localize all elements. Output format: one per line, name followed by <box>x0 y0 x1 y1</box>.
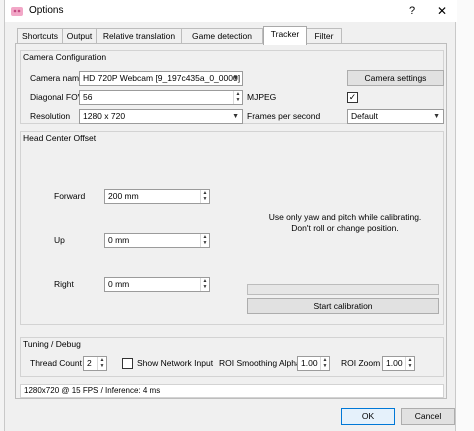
up-spinbox[interactable]: 0 mm ▲ ▼ <box>104 233 210 248</box>
forward-label: Forward <box>54 191 86 201</box>
head-center-offset-group: Head Center Offset Forward 200 mm ▲ ▼ Up … <box>20 131 444 325</box>
roi-zoom-label: ROI Zoom <box>341 358 381 368</box>
up-value: 0 mm <box>108 235 130 245</box>
status-text: 1280x720 @ 15 FPS / Inference: 4 ms <box>24 386 161 395</box>
status-bar: 1280x720 @ 15 FPS / Inference: 4 ms <box>20 384 444 398</box>
mjpeg-label: MJPEG <box>247 92 277 102</box>
tracker-tab-pane: Camera Configuration Camera name HD 720P… <box>15 43 447 399</box>
up-label: Up <box>54 235 65 245</box>
chevron-down-icon: ▼ <box>433 113 440 120</box>
fps-label: Frames per second <box>247 111 321 121</box>
camera-name-value: HD 720P Webcam [9_197c435a_0_0000] <box>83 73 241 83</box>
thread-count-value: 2 <box>87 358 92 368</box>
camera-configuration-group: Camera Configuration Camera name HD 720P… <box>20 50 444 124</box>
diagonal-fov-label: Diagonal FOV <box>30 92 84 102</box>
calibration-hint: Use only yaw and pitch while calibrating… <box>247 212 443 234</box>
calibration-hint-line2: Don't roll or change position. <box>291 223 399 233</box>
spin-arrows-icon[interactable]: ▲ ▼ <box>200 234 209 247</box>
tab-output[interactable]: Output <box>62 28 97 44</box>
calibration-hint-line1: Use only yaw and pitch while calibrating… <box>268 212 422 222</box>
camera-name-label: Camera name <box>30 73 84 83</box>
resolution-label: Resolution <box>30 111 71 121</box>
camera-settings-button[interactable]: Camera settings <box>347 70 444 86</box>
resolution-value: 1280 x 720 <box>83 111 126 121</box>
tab-shortcuts[interactable]: Shortcuts <box>17 28 63 44</box>
tab-relative-translation[interactable]: Relative translation <box>96 28 182 44</box>
fps-dropdown[interactable]: Default ▼ <box>347 109 444 124</box>
tuning-debug-group: Tuning / Debug Thread Count 2 ▲ ▼ Show Ne… <box>20 337 444 377</box>
right-spinbox[interactable]: 0 mm ▲ ▼ <box>104 277 210 292</box>
tab-filter[interactable]: Filter <box>306 28 342 44</box>
spin-arrows-icon[interactable]: ▲ ▼ <box>200 190 209 203</box>
camera-name-dropdown[interactable]: HD 720P Webcam [9_197c435a_0_0000] ▼ <box>79 71 243 86</box>
spin-arrows-icon[interactable]: ▲ ▼ <box>320 357 329 370</box>
group-title-tuning-debug: Tuning / Debug <box>23 339 81 349</box>
show-network-input-checkbox[interactable] <box>122 358 133 369</box>
roi-zoom-spinbox[interactable]: 1.00 ▲ ▼ <box>382 356 415 371</box>
window-title: Options <box>29 5 64 16</box>
chevron-down-icon: ▼ <box>232 75 239 82</box>
app-icon <box>11 7 23 16</box>
title-bar: Options ? ✕ <box>5 0 457 22</box>
spin-arrows-icon[interactable]: ▲ ▼ <box>405 357 414 370</box>
calibration-progress-bar <box>247 284 439 295</box>
cancel-button[interactable]: Cancel <box>401 408 455 425</box>
spin-arrows-icon[interactable]: ▲ ▼ <box>200 278 209 291</box>
chevron-down-icon: ▼ <box>232 113 239 120</box>
resolution-dropdown[interactable]: 1280 x 720 ▼ <box>79 109 243 124</box>
diagonal-fov-value: 56 <box>83 92 93 102</box>
roi-smoothing-value: 1.00 <box>301 358 318 368</box>
fps-value: Default <box>351 111 378 121</box>
tab-game-detection[interactable]: Game detection <box>181 28 263 44</box>
show-network-input-label: Show Network Input <box>137 358 214 368</box>
close-button[interactable]: ✕ <box>429 2 455 20</box>
right-value: 0 mm <box>108 279 130 289</box>
ok-button[interactable]: OK <box>341 408 395 425</box>
right-label: Right <box>54 279 74 289</box>
roi-smoothing-spinbox[interactable]: 1.00 ▲ ▼ <box>297 356 330 371</box>
group-title-camera-configuration: Camera Configuration <box>23 52 107 62</box>
forward-value: 200 mm <box>108 191 139 201</box>
roi-smoothing-label: ROI Smoothing Alpha <box>219 358 301 368</box>
help-button[interactable]: ? <box>401 2 423 20</box>
group-title-head-center-offset: Head Center Offset <box>23 133 97 143</box>
mjpeg-checkbox[interactable]: ✓ <box>347 92 358 103</box>
spin-arrows-icon[interactable]: ▲ ▼ <box>97 357 106 370</box>
spin-arrows-icon[interactable]: ▲ ▼ <box>233 91 242 104</box>
diagonal-fov-spinbox[interactable]: 56 ▲ ▼ <box>79 90 243 105</box>
roi-zoom-value: 1.00 <box>386 358 403 368</box>
thread-count-spinbox[interactable]: 2 ▲ ▼ <box>83 356 107 371</box>
start-calibration-button[interactable]: Start calibration <box>247 298 439 314</box>
thread-count-label: Thread Count <box>30 358 82 368</box>
forward-spinbox[interactable]: 200 mm ▲ ▼ <box>104 189 210 204</box>
options-window: Options ? ✕ Shortcuts Output Relative tr… <box>4 0 457 431</box>
tab-tracker[interactable]: Tracker <box>263 26 307 45</box>
